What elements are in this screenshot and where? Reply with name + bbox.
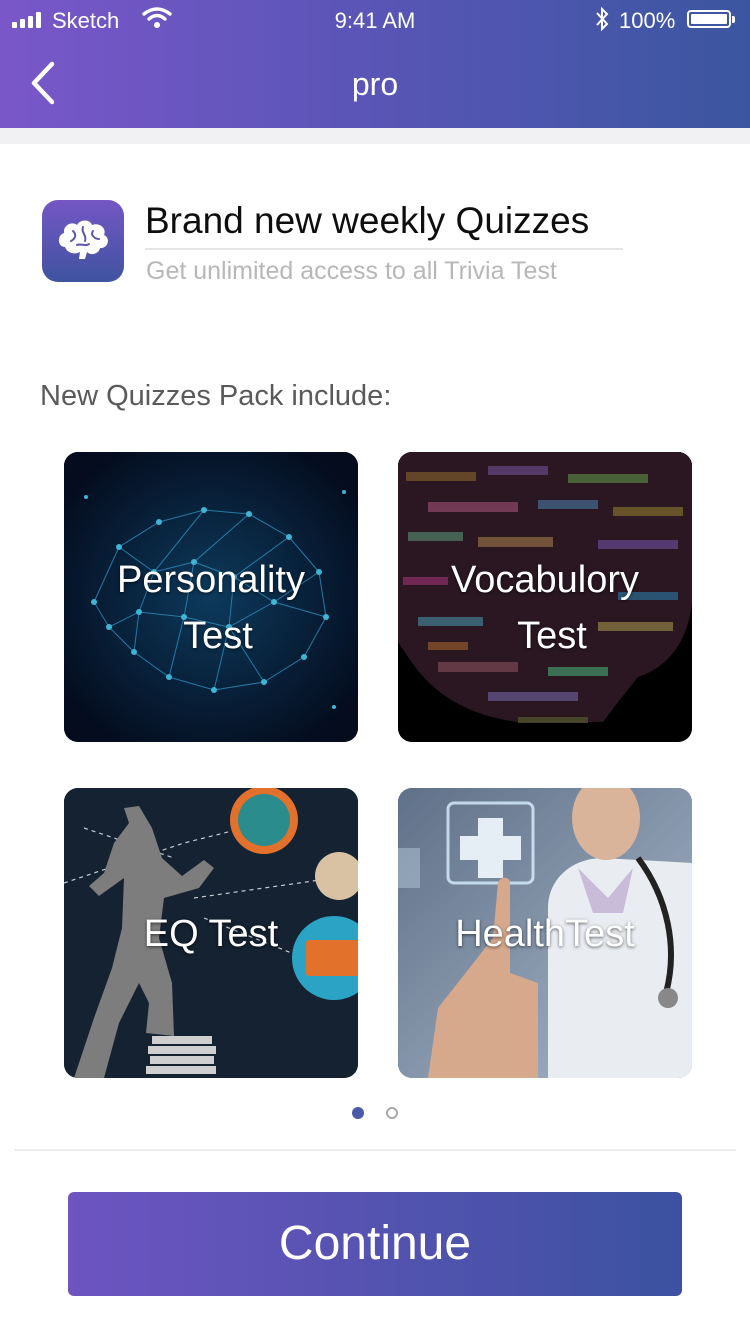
status-bar: Sketch 9:41 AM 100% <box>0 0 750 40</box>
page-title: pro <box>351 66 399 102</box>
bottom-divider <box>14 1149 736 1151</box>
header-divider <box>0 128 750 144</box>
bluetooth-icon <box>596 6 609 32</box>
header-bar: Sketch 9:41 AM 100% pro <box>0 0 750 128</box>
continue-button[interactable]: Continue <box>68 1192 682 1296</box>
promo-headline: Brand new weekly Quizzes <box>145 200 590 241</box>
battery-percent: 100% <box>619 8 676 33</box>
headline-underline <box>145 248 623 250</box>
quiz-card-personality[interactable]: Personality Test <box>64 452 358 742</box>
app-icon <box>42 200 124 282</box>
quiz-card-vocabulary[interactable]: Vocabulory Test <box>398 452 692 742</box>
quiz-card-health[interactable]: HealthTest <box>398 788 692 1078</box>
page-dot-inactive[interactable] <box>386 1107 398 1119</box>
card-label-line1: Vocabulory <box>450 559 639 601</box>
card-label-line2: Test <box>517 615 587 657</box>
promo-subheadline: Get unlimited access to all Trivia Test <box>146 257 557 285</box>
page-dot-active[interactable] <box>352 1107 364 1119</box>
card-label: EQ Test <box>143 913 279 955</box>
pack-title: New Quizzes Pack include: <box>40 380 392 412</box>
page-indicator[interactable] <box>352 1107 398 1119</box>
battery-icon <box>687 10 735 28</box>
card-label-line2: Test <box>183 615 253 657</box>
card-label: HealthTest <box>455 913 635 955</box>
quiz-card-eq[interactable]: EQ Test <box>64 788 358 1078</box>
card-label-line1: Personality <box>117 559 305 601</box>
brain-icon <box>58 220 108 259</box>
